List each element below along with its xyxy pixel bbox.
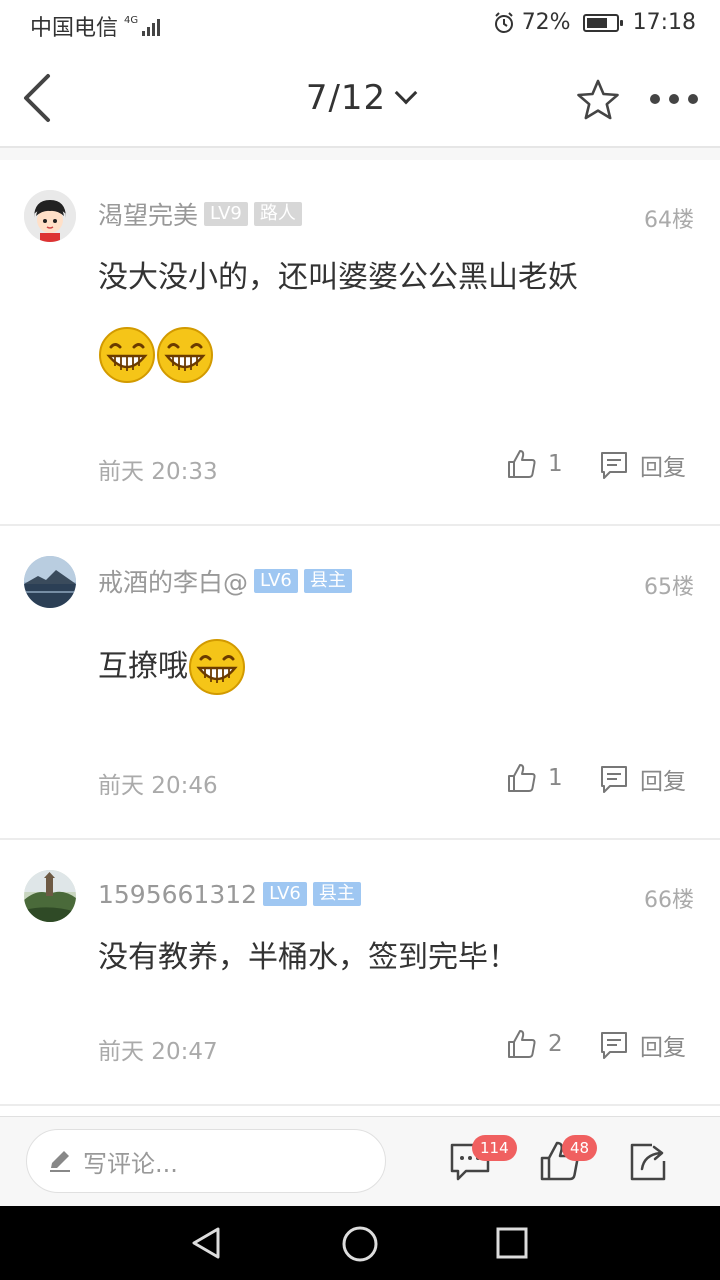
- chevron-down-icon: [394, 81, 418, 105]
- comment-text: 没有教养，半桶水，签到完毕！: [98, 936, 690, 980]
- level-badge: LV9: [204, 202, 248, 226]
- page-indicator: 7/12: [305, 78, 387, 118]
- comment-input[interactable]: 写评论...: [26, 1129, 386, 1193]
- grin-emoji-icon: [189, 639, 245, 695]
- reply-button[interactable]: 回复: [598, 448, 686, 482]
- thumbs-up-icon: [508, 764, 536, 792]
- pencil-icon: [50, 1151, 70, 1172]
- grin-emoji-icon: [157, 327, 213, 383]
- grin-emoji-icon: [99, 327, 155, 383]
- recents-square-icon[interactable]: [494, 1225, 530, 1261]
- comment-text: 没大没小的，还叫婆婆公公黑山老妖: [98, 256, 690, 300]
- timestamp: 前天 20:46: [98, 773, 218, 799]
- divider: [0, 148, 720, 160]
- comment-body: 没大没小的，还叫婆婆公公黑山老妖: [98, 260, 578, 295]
- level-badge: LV6: [263, 882, 307, 906]
- nav-bar: 7/12: [0, 50, 720, 148]
- comment-body: 互撩哦: [98, 649, 188, 684]
- username[interactable]: 戒酒的李白@: [98, 563, 248, 599]
- battery-fill: [586, 17, 607, 28]
- floor-number: 65楼: [644, 575, 694, 600]
- comment-item: 1595661312 LV6 县主 66楼 没有教养，半桶水，签到完毕！ 前天 …: [0, 840, 720, 1106]
- avatar[interactable]: [24, 556, 76, 608]
- username[interactable]: 1595661312: [98, 880, 257, 909]
- comment-body: 没有教养，半桶水，签到完毕！: [98, 940, 518, 975]
- level-badge: LV6: [254, 569, 298, 593]
- title-badge: 县主: [312, 882, 361, 906]
- back-triangle-icon[interactable]: [188, 1225, 224, 1261]
- title-badge: 路人: [253, 202, 302, 226]
- network-type: 4G: [124, 15, 139, 26]
- carrier-name: 中国电信: [30, 16, 119, 41]
- comment-placeholder: 写评论...: [83, 1149, 178, 1178]
- author-row: 1595661312 LV6 县主: [98, 877, 361, 911]
- comment-item: 渴望完美 LV9 路人 64楼 没大没小的，还叫婆婆公公黑山老妖 前天 20:3…: [0, 160, 720, 526]
- timestamp: 前天 20:33: [98, 459, 218, 485]
- like-button[interactable]: 1: [506, 448, 563, 480]
- battery-icon: [582, 13, 623, 32]
- author-row: 戒酒的李白@ LV6 县主: [98, 564, 352, 598]
- like-button[interactable]: 2: [506, 1028, 563, 1060]
- like-count: 1: [548, 451, 563, 477]
- more-options-icon[interactable]: [650, 94, 698, 104]
- thumbs-up-icon: [508, 450, 536, 478]
- comment-text: 互撩哦: [98, 638, 690, 696]
- title-badge: 县主: [303, 569, 352, 593]
- author-row: 渴望完美 LV9 路人: [98, 197, 302, 231]
- avatar[interactable]: [24, 190, 76, 242]
- status-bar: 中国电信 4G 72% 17:18: [0, 0, 720, 50]
- status-left: 中国电信 4G: [30, 10, 161, 42]
- reply-label: 回复: [640, 769, 686, 795]
- status-right: 72% 17:18: [492, 10, 696, 35]
- floor-number: 64楼: [644, 208, 694, 233]
- like-count: 2: [548, 1031, 563, 1057]
- reply-button[interactable]: 回复: [598, 1028, 686, 1062]
- signal-icon: 4G: [124, 15, 161, 36]
- reply-icon: [601, 1032, 627, 1059]
- like-count: 1: [548, 765, 563, 791]
- reply-icon: [601, 452, 627, 479]
- home-circle-icon[interactable]: [341, 1225, 379, 1263]
- alarm-icon: [494, 11, 513, 33]
- timestamp: 前天 20:47: [98, 1039, 218, 1065]
- username[interactable]: 渴望完美: [98, 196, 198, 232]
- star-icon[interactable]: [574, 78, 622, 122]
- reply-button[interactable]: 回复: [598, 762, 686, 796]
- share-icon[interactable]: [626, 1139, 670, 1183]
- reply-label: 回复: [640, 455, 686, 481]
- like-button[interactable]: 1: [506, 762, 563, 794]
- emoji-row: [98, 326, 214, 384]
- comment-count-badge: 114: [472, 1135, 517, 1161]
- clock: 17:18: [632, 10, 696, 35]
- thumbs-up-icon: [508, 1030, 536, 1058]
- comment-toolbar: 写评论... 114 48: [0, 1116, 720, 1206]
- avatar[interactable]: [24, 870, 76, 922]
- like-count-badge: 48: [562, 1135, 598, 1161]
- reply-label: 回复: [640, 1035, 686, 1061]
- reply-icon: [601, 766, 627, 793]
- system-nav-bar: [0, 1206, 720, 1280]
- battery-percent: 72%: [521, 10, 571, 35]
- comment-item: 戒酒的李白@ LV6 县主 65楼 互撩哦 前天 20:46 1 回复: [0, 526, 720, 840]
- floor-number: 66楼: [644, 888, 694, 913]
